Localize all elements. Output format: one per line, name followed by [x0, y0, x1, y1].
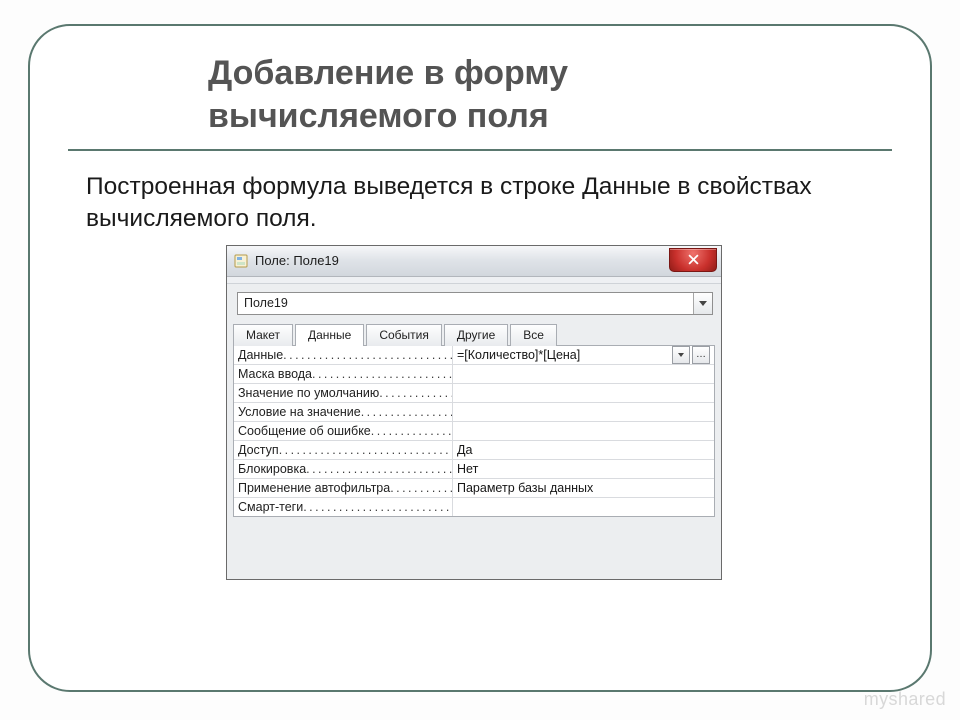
object-selector[interactable]: Поле19 — [237, 292, 713, 315]
slide-heading: Добавление в форму вычисляемого поля — [208, 52, 892, 137]
property-value[interactable]: =[Количество]*[Цена] — [457, 346, 670, 364]
property-value[interactable]: Нет — [457, 460, 710, 478]
property-row-locked[interactable]: Блокировка Нет — [234, 460, 714, 479]
object-selector-row: Поле19 — [227, 284, 721, 323]
property-label: Сообщение об ошибке — [238, 424, 371, 438]
property-row-data[interactable]: Данные =[Количество]*[Цена] … — [234, 346, 714, 365]
property-row-filter-lookup[interactable]: Применение автофильтра Параметр базы дан… — [234, 479, 714, 498]
object-selector-value: Поле19 — [238, 293, 693, 314]
heading-divider — [68, 149, 892, 151]
heading-line-2: вычисляемого поля — [208, 97, 549, 135]
property-label: Данные — [238, 348, 283, 362]
heading-line-1: Добавление в форму — [208, 54, 568, 92]
property-row-input-mask[interactable]: Маска ввода — [234, 365, 714, 384]
tab-layout[interactable]: Макет — [233, 324, 293, 346]
property-label: Маска ввода — [238, 367, 312, 381]
object-selector-dropdown-button[interactable] — [693, 293, 712, 314]
tab-all[interactable]: Все — [510, 324, 557, 346]
window-titlebar[interactable]: Поле: Поле19 — [227, 246, 721, 277]
tab-bar: Макет Данные События Другие Все — [227, 323, 721, 345]
description-text: Построенная формула выведется в строке Д… — [86, 171, 866, 235]
property-label: Значение по умолчанию — [238, 386, 379, 400]
property-dropdown-button[interactable] — [672, 346, 690, 364]
properties-window: Поле: Поле19 Поле19 Макет Данные События… — [226, 245, 722, 580]
property-builder-button[interactable]: … — [692, 346, 710, 364]
property-row-smart-tags[interactable]: Смарт-теги — [234, 498, 714, 516]
window-bottom-strip — [227, 525, 721, 579]
property-label: Смарт-теги — [238, 500, 303, 514]
tab-events[interactable]: События — [366, 324, 442, 346]
property-label: Блокировка — [238, 462, 306, 476]
titlebar-lower-strip — [227, 277, 721, 284]
property-label: Условие на значение — [238, 405, 361, 419]
window-title: Поле: Поле19 — [255, 253, 339, 268]
window-app-icon — [233, 253, 249, 269]
property-label: Применение автофильтра — [238, 481, 390, 495]
property-value[interactable]: Параметр базы данных — [457, 479, 710, 497]
tab-data[interactable]: Данные — [295, 324, 364, 346]
property-grid: Данные =[Количество]*[Цена] … Маска ввод… — [233, 345, 715, 517]
property-row-default-value[interactable]: Значение по умолчанию — [234, 384, 714, 403]
property-row-enabled[interactable]: Доступ Да — [234, 441, 714, 460]
slide-frame: Добавление в форму вычисляемого поля Пос… — [28, 24, 932, 692]
property-value[interactable]: Да — [457, 441, 710, 459]
tab-other[interactable]: Другие — [444, 324, 508, 346]
watermark: myshared — [864, 689, 946, 710]
close-icon — [688, 254, 699, 265]
property-label: Доступ — [238, 443, 279, 457]
property-row-validation-rule[interactable]: Условие на значение — [234, 403, 714, 422]
close-button[interactable] — [669, 248, 717, 272]
property-row-validation-text[interactable]: Сообщение об ошибке — [234, 422, 714, 441]
